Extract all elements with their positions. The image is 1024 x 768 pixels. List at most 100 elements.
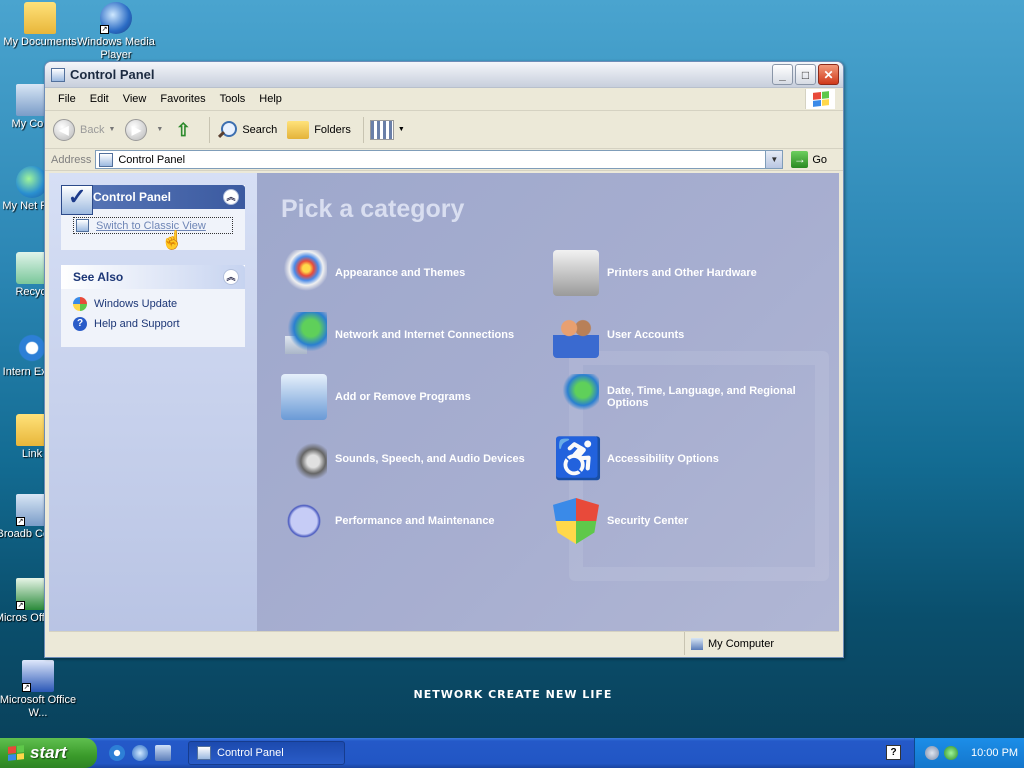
desktop-icon-label: My Documents (3, 36, 77, 48)
network-tray-icon[interactable] (925, 746, 939, 760)
status-panel (49, 632, 685, 655)
desktop-icon-windows-media-player[interactable]: ↗ Windows Media Player (76, 2, 156, 62)
word-icon: ↗ (22, 660, 54, 692)
shortcut-arrow-icon: ↗ (16, 601, 25, 610)
category-label: Network and Internet Connections (335, 329, 515, 341)
back-arrow-icon: ◀ (53, 118, 75, 141)
go-button[interactable]: → Go (791, 151, 827, 168)
link-label: Switch to Classic View (96, 219, 206, 232)
desktop-icon-label: Microsoft Office W... (0, 694, 77, 719)
control-panel-icon (197, 746, 211, 760)
link-label: Help and Support (94, 318, 180, 330)
task-pane: Control Panel ︽ Switch to Classic View S… (49, 173, 257, 631)
date-globe-icon (553, 374, 599, 420)
security-tray-icon[interactable] (944, 746, 958, 760)
shortcut-arrow-icon: ↗ (16, 517, 25, 526)
maximize-button[interactable]: □ (795, 64, 816, 85)
status-bar: My Computer (49, 631, 839, 655)
taskbar-button-control-panel[interactable]: Control Panel (188, 741, 345, 765)
up-button[interactable]: ⇧ (173, 119, 197, 141)
help-tray-icon[interactable]: ? (886, 745, 901, 760)
classic-view-icon (76, 219, 89, 232)
toolbar-separator (362, 116, 364, 143)
category-network-and-internet-connections[interactable]: Network and Internet Connections (281, 304, 553, 366)
title-bar[interactable]: Control Panel _ □ ✕ (45, 62, 843, 88)
category-label: User Accounts (607, 329, 685, 341)
accessibility-icon: ♿ (553, 437, 603, 481)
close-button[interactable]: ✕ (818, 64, 839, 85)
collapse-chevron-icon[interactable]: ︽ (223, 189, 239, 205)
desktop-icon-microsoft-office-word[interactable]: ↗ Microsoft Office W... (0, 660, 78, 720)
section-title: See Also (73, 270, 124, 284)
menu-tools[interactable]: Tools (213, 93, 253, 105)
address-bar: Address Control Panel ▼ → Go (45, 149, 843, 171)
category-label: Add or Remove Programs (335, 391, 471, 403)
control-panel-icon (99, 152, 114, 167)
clock[interactable]: 10:00 PM (971, 747, 1018, 759)
control-panel-window: Control Panel _ □ ✕ File Edit View Favor… (44, 61, 844, 658)
category-sounds-speech-audio[interactable]: Sounds, Speech, and Audio Devices (281, 428, 553, 490)
see-also-section: See Also ︽ Windows Update ? Help and Sup… (61, 265, 245, 347)
task-label: Control Panel (217, 747, 284, 759)
system-tray: 10:00 PM (914, 738, 1024, 768)
media-player-icon[interactable] (132, 745, 148, 761)
dropdown-arrow-icon: ▼ (156, 126, 164, 133)
quick-launch (109, 745, 178, 761)
desktop-icon-my-documents[interactable]: My Documents (0, 2, 80, 49)
help-icon: ? (73, 317, 87, 331)
control-panel-large-icon (61, 184, 93, 215)
address-dropdown-icon[interactable]: ▼ (765, 151, 783, 168)
category-view: Pick a category Appearance and Themes Pr… (257, 173, 839, 631)
dropdown-arrow-icon: ▼ (397, 126, 405, 133)
menu-favorites[interactable]: Favorites (153, 93, 212, 105)
search-icon (216, 119, 238, 141)
toolbar: ◀ Back ▼ ▶ ▼ ⇧ Search Folders ▼ (45, 111, 843, 149)
menu-help[interactable]: Help (252, 93, 289, 105)
forward-button[interactable]: ▶ ▼ (125, 118, 164, 141)
ylmf-logo (460, 658, 570, 684)
folders-button[interactable]: Folders (287, 120, 351, 139)
search-button[interactable]: Search (216, 119, 277, 141)
page-title: Pick a category (281, 195, 465, 223)
window-title: Control Panel (70, 67, 155, 82)
folders-icon (287, 120, 310, 139)
windows-update-icon (73, 297, 87, 311)
appearance-icon (281, 250, 327, 296)
category-printers-and-other-hardware[interactable]: Printers and Other Hardware (553, 242, 813, 304)
category-appearance-and-themes[interactable]: Appearance and Themes (281, 242, 553, 304)
status-location: My Computer (708, 637, 775, 650)
minimize-button[interactable]: _ (772, 64, 793, 85)
back-label: Back (80, 123, 105, 136)
show-desktop-icon[interactable] (155, 745, 171, 761)
menu-edit[interactable]: Edit (83, 93, 116, 105)
address-label: Address (51, 153, 92, 166)
collapse-chevron-icon[interactable]: ︽ (223, 269, 239, 285)
windows-flag-icon (812, 91, 829, 107)
views-button[interactable]: ▼ (369, 119, 405, 140)
section-title: Control Panel (93, 190, 172, 204)
folder-up-icon: ⇧ (175, 119, 191, 140)
back-button[interactable]: ◀ Back ▼ (53, 118, 115, 141)
windows-flag-logo (805, 89, 835, 109)
media-player-icon: ↗ (100, 2, 132, 34)
help-and-support-link[interactable]: ? Help and Support (73, 317, 233, 331)
see-also-section-header[interactable]: See Also ︽ (61, 265, 245, 289)
mouse-cursor-icon: ☝ (161, 230, 184, 250)
folders-label: Folders (314, 123, 351, 136)
start-button[interactable]: start (0, 738, 97, 768)
shortcut-arrow-icon: ↗ (22, 683, 31, 692)
views-icon (369, 119, 394, 140)
switch-to-classic-view-link[interactable]: Switch to Classic View (73, 217, 233, 234)
menu-view[interactable]: View (116, 93, 154, 105)
start-label: start (30, 743, 67, 762)
see-also-section-body: Windows Update ? Help and Support (61, 289, 245, 347)
internet-explorer-icon[interactable] (109, 745, 125, 761)
category-add-or-remove-programs[interactable]: Add or Remove Programs (281, 366, 553, 428)
go-arrow-icon: → (791, 151, 809, 168)
watermark-checkbox-icon (569, 351, 829, 581)
go-label: Go (812, 153, 827, 166)
address-input[interactable]: Control Panel ▼ (95, 150, 784, 169)
menu-file[interactable]: File (51, 93, 83, 105)
category-performance-and-maintenance[interactable]: Performance and Maintenance (281, 490, 553, 552)
windows-update-link[interactable]: Windows Update (73, 297, 233, 311)
